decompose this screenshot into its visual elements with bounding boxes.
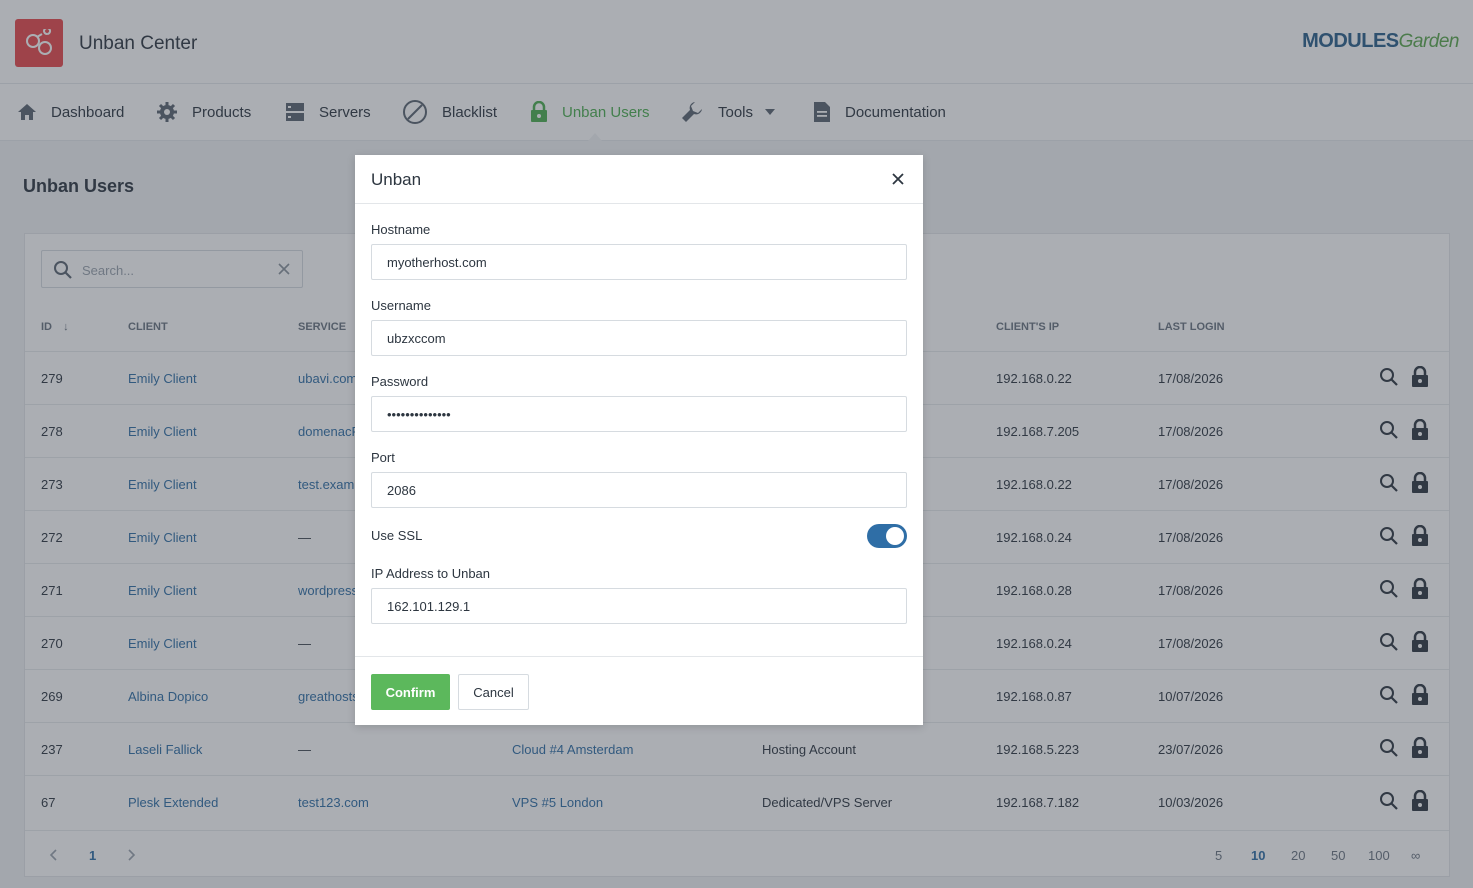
close-icon[interactable] <box>891 172 905 186</box>
confirm-button[interactable]: Confirm <box>371 674 450 710</box>
modal-footer: Confirm Cancel <box>355 656 923 725</box>
password-field[interactable] <box>371 396 907 432</box>
password-label: Password <box>371 374 429 389</box>
port-field[interactable] <box>371 472 907 508</box>
toggle-knob <box>886 527 904 545</box>
modal-title: Unban <box>371 170 422 189</box>
username-field[interactable] <box>371 320 907 356</box>
username-label: Username <box>371 298 431 313</box>
ip-address-label: IP Address to Unban <box>371 566 491 581</box>
use-ssl-label: Use SSL <box>371 528 423 543</box>
modal-header: Unban <box>355 155 923 204</box>
use-ssl-toggle[interactable] <box>867 524 907 548</box>
hostname-field[interactable] <box>371 244 907 280</box>
ip-address-field[interactable] <box>371 588 907 624</box>
hostname-label: Hostname <box>371 222 431 237</box>
unban-modal: Unban Hostname Username Password Port Us… <box>355 155 923 725</box>
port-label: Port <box>371 450 395 465</box>
cancel-button[interactable]: Cancel <box>458 674 529 710</box>
